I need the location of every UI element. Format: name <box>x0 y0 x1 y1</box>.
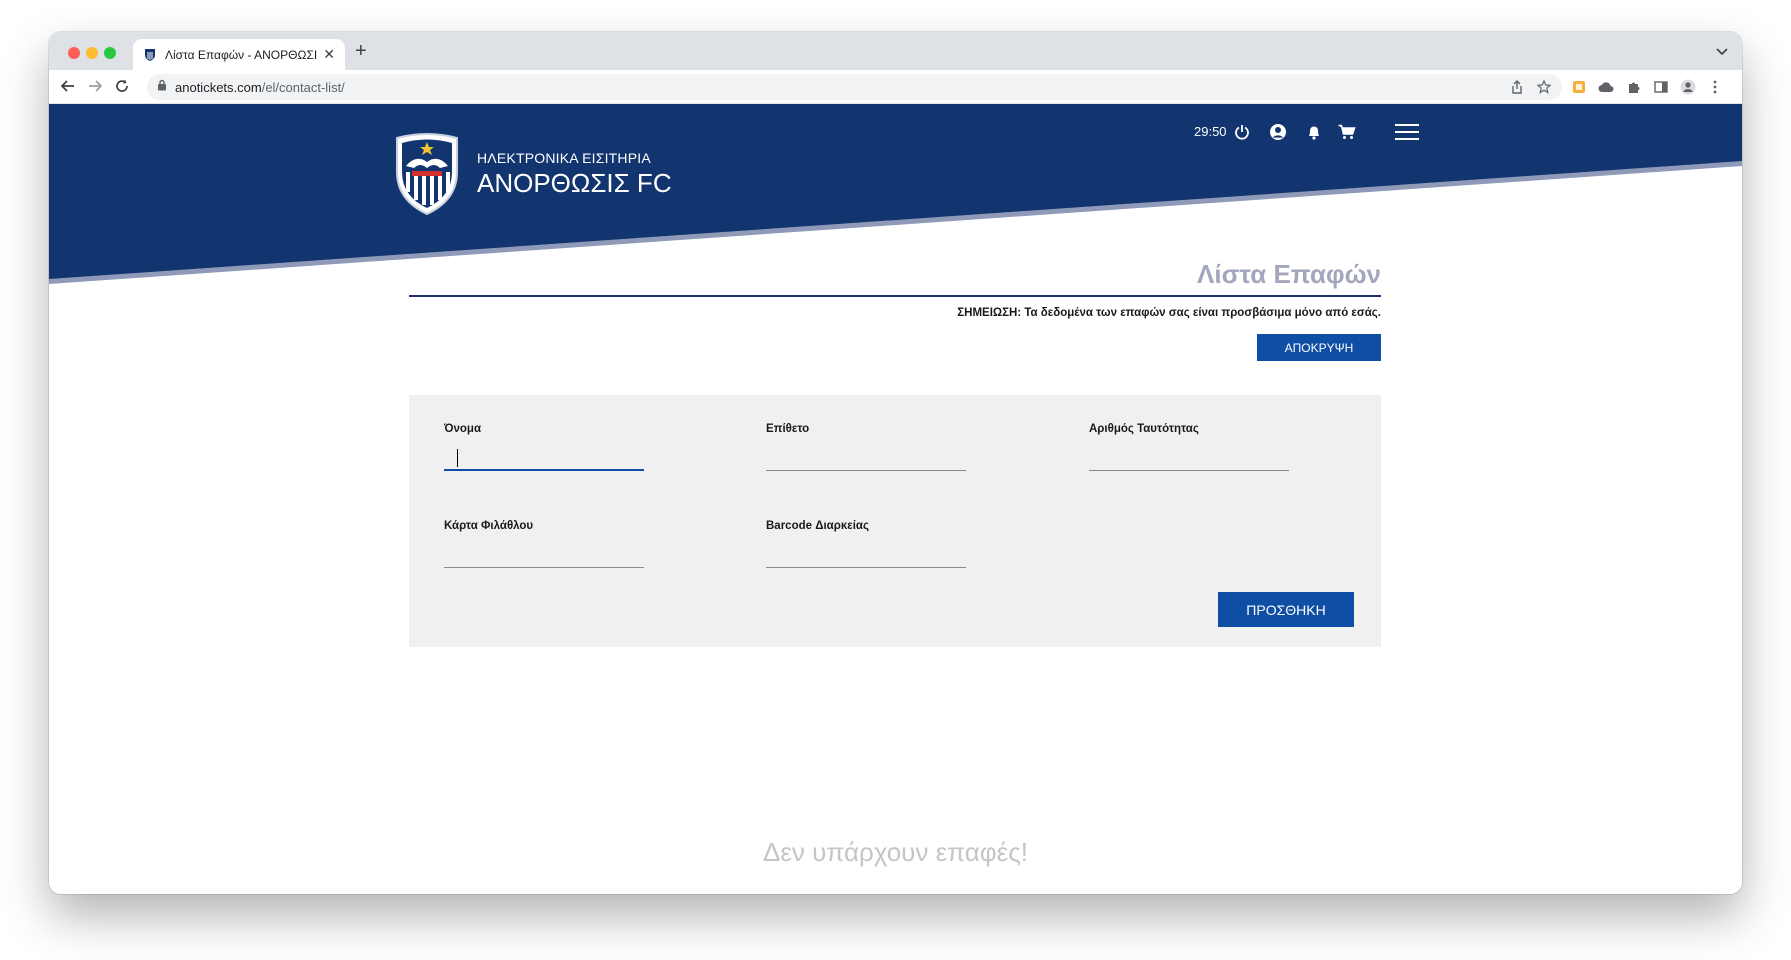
browser-toolbar: anotickets.com/el/contact-list/ <box>49 70 1742 104</box>
profile-avatar-icon[interactable] <box>1679 78 1697 96</box>
privacy-note: ΣΗΜΕΙΩΣΗ: Τα δεδομένα των επαφών σας είν… <box>957 307 1381 319</box>
header-banner <box>49 104 1742 284</box>
fan-card-label: Κάρτα Φιλάθλου <box>444 520 534 532</box>
share-icon[interactable] <box>1508 78 1526 96</box>
club-favicon-icon <box>143 48 157 62</box>
tab-bar: Λίστα Επαφών - ΑΝΟΡΘΩΣΙΣ F ✕ + <box>49 32 1742 70</box>
last-name-field: Επίθετο <box>766 423 966 471</box>
address-bar[interactable]: anotickets.com/el/contact-list/ <box>147 74 1562 100</box>
side-panel-icon[interactable] <box>1652 78 1670 96</box>
first-name-field: Όνομα <box>444 423 644 471</box>
add-contact-button[interactable]: ΠΡΟΣΘΗΚΗ <box>1218 592 1354 627</box>
browser-tab[interactable]: Λίστα Επαφών - ΑΝΟΡΘΩΣΙΣ F ✕ <box>133 39 345 70</box>
power-icon[interactable] <box>1232 122 1252 142</box>
maximize-window-button[interactable] <box>104 47 116 59</box>
back-icon[interactable] <box>58 76 78 96</box>
forward-icon[interactable] <box>85 76 105 96</box>
season-barcode-label: Barcode Διαρκείας <box>766 520 869 532</box>
last-name-input[interactable] <box>766 443 966 471</box>
extensions-puzzle-icon[interactable] <box>1625 78 1643 96</box>
cart-icon[interactable] <box>1337 122 1357 142</box>
extension-orange-icon[interactable] <box>1570 78 1588 96</box>
browser-window: Λίστα Επαφών - ΑΝΟΡΘΩΣΙΣ F ✕ + anoticket… <box>49 32 1742 894</box>
reload-icon[interactable] <box>112 76 132 96</box>
fan-card-field: Κάρτα Φιλάθλου <box>444 520 644 568</box>
user-circle-icon[interactable] <box>1268 122 1288 142</box>
id-number-field: Αριθμός Ταυτότητας <box>1089 423 1289 471</box>
brand-title[interactable]: ΑΝΟΡΘΩΣΙΣ FC <box>477 168 672 199</box>
tab-close-icon[interactable]: ✕ <box>323 46 335 63</box>
heading-divider <box>409 295 1381 297</box>
club-logo-icon[interactable] <box>394 132 460 216</box>
brand-subtitle: ΗΛΕΚΤΡΟΝΙΚΑ ΕΙΣΙΤΗΡΙΑ <box>477 150 651 166</box>
bookmark-star-icon[interactable] <box>1535 78 1553 96</box>
tab-title: Λίστα Επαφών - ΑΝΟΡΘΩΣΙΣ F <box>165 47 318 62</box>
minimize-window-button[interactable] <box>86 47 98 59</box>
menu-icon[interactable] <box>1395 124 1419 140</box>
text-cursor <box>457 449 458 467</box>
id-number-label: Αριθμός Ταυτότητας <box>1089 423 1199 435</box>
season-barcode-field: Barcode Διαρκείας <box>766 520 966 568</box>
first-name-label: Όνομα <box>444 423 482 435</box>
browser-menu-icon[interactable] <box>1706 78 1724 96</box>
page-content: ΗΛΕΚΤΡΟΝΙΚΑ ΕΙΣΙΤΗΡΙΑ ΑΝΟΡΘΩΣΙΣ FC 29:50… <box>49 104 1742 894</box>
url-text: anotickets.com/el/contact-list/ <box>175 80 345 95</box>
url-path: /el/contact-list/ <box>261 79 345 95</box>
add-contact-form: Όνομα Επίθετο Αριθμός Ταυτότητας Κάρτα Φ… <box>409 395 1381 647</box>
session-timer: 29:50 <box>1194 124 1227 139</box>
season-barcode-input[interactable] <box>766 540 966 568</box>
close-window-button[interactable] <box>68 47 80 59</box>
new-tab-button[interactable]: + <box>355 40 367 63</box>
empty-contacts-message: Δεν υπάρχουν επαφές! <box>762 837 1029 867</box>
url-domain: anotickets.com <box>175 79 262 95</box>
cloud-extension-icon[interactable] <box>1597 78 1615 96</box>
hide-form-button[interactable]: ΑΠΟΚΡΥΨΗ <box>1257 334 1381 361</box>
id-number-input[interactable] <box>1089 443 1289 471</box>
page-title: Λίστα Επαφών <box>1197 259 1381 289</box>
tab-search-icon[interactable] <box>1716 44 1728 59</box>
fan-card-input[interactable] <box>444 540 644 568</box>
last-name-label: Επίθετο <box>766 423 810 435</box>
lock-icon <box>157 78 167 96</box>
first-name-input[interactable] <box>444 443 644 471</box>
bell-icon[interactable] <box>1304 122 1324 142</box>
